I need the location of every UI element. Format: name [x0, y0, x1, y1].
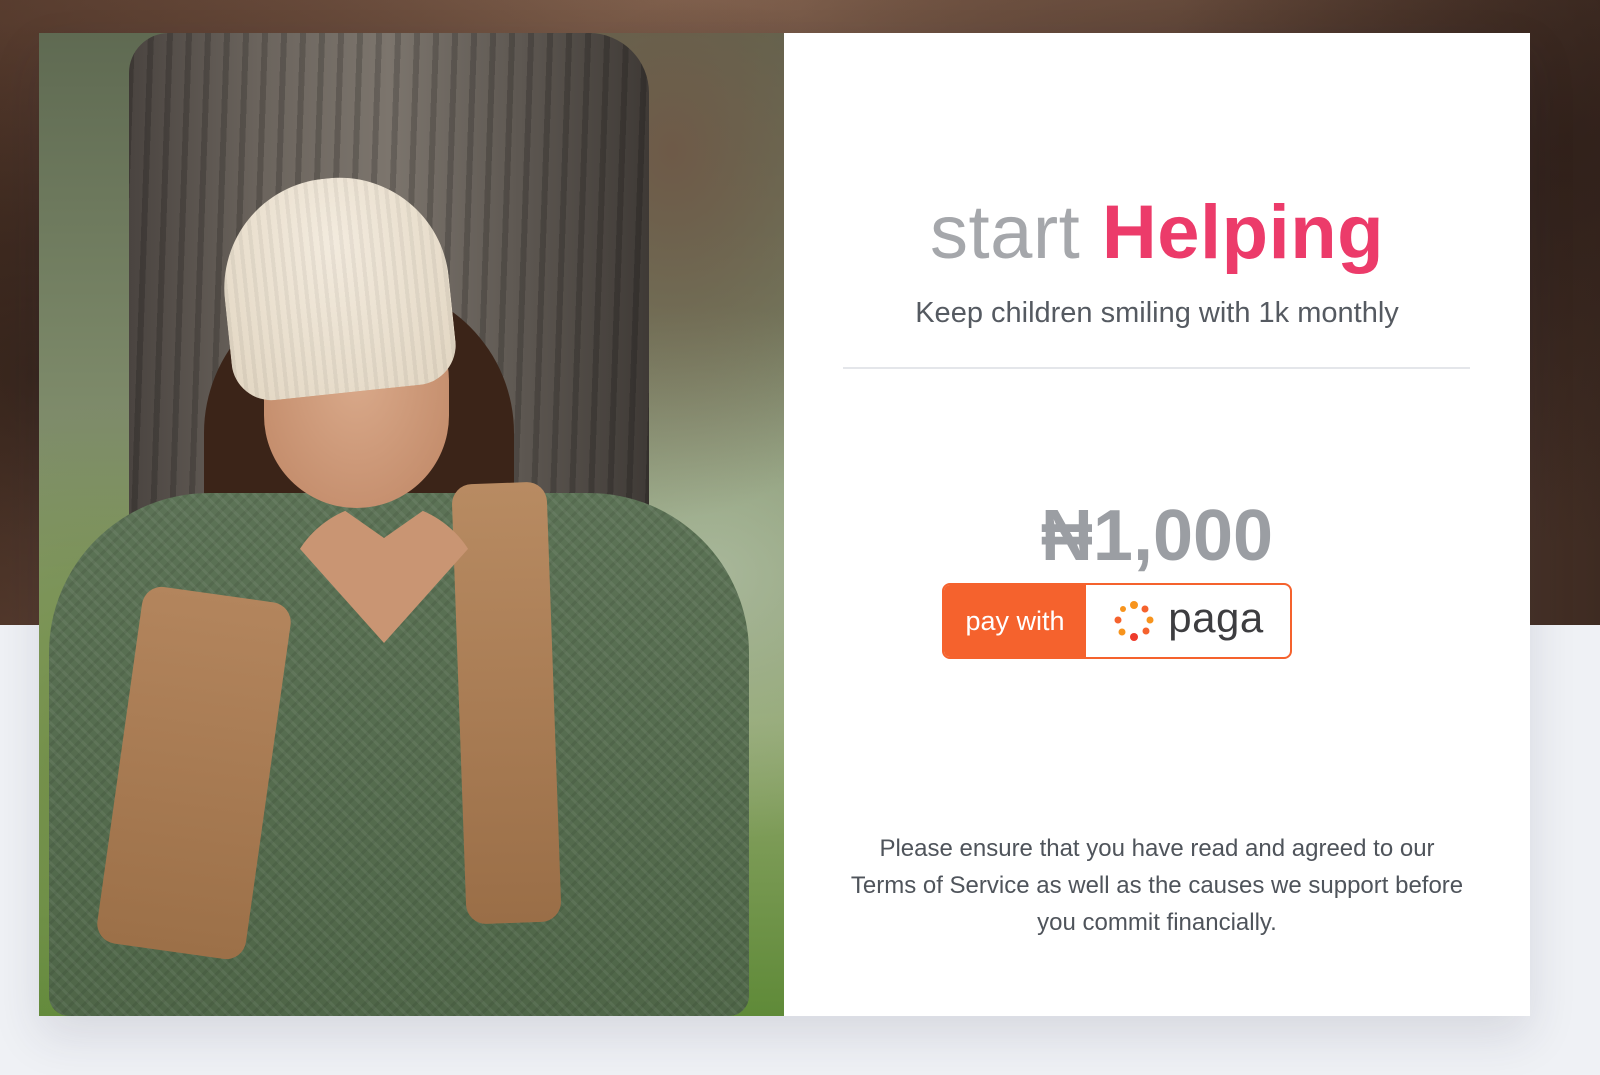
paga-logo-icon	[1114, 601, 1154, 641]
donation-card: start Helping Keep children smiling with…	[39, 33, 1530, 1016]
page-title: start Helping	[784, 188, 1530, 278]
hero-photo	[39, 33, 784, 1016]
subtitle: Keep children smiling with 1k monthly	[915, 297, 1399, 329]
title-light: start	[929, 190, 1081, 275]
donation-content: start Helping Keep children smiling with…	[784, 33, 1530, 1016]
pay-with-label: pay with	[944, 585, 1086, 657]
title-bold: Helping	[1101, 190, 1385, 275]
terms-notice: Please ensure that you have read and agr…	[850, 835, 1464, 936]
paga-brand: paga	[1086, 585, 1290, 657]
paga-wordmark: paga	[1168, 594, 1264, 641]
donation-amount: ₦1,000	[1040, 496, 1274, 576]
divider	[843, 367, 1470, 369]
pay-with-paga-button[interactable]: pay with paga	[942, 583, 1292, 659]
